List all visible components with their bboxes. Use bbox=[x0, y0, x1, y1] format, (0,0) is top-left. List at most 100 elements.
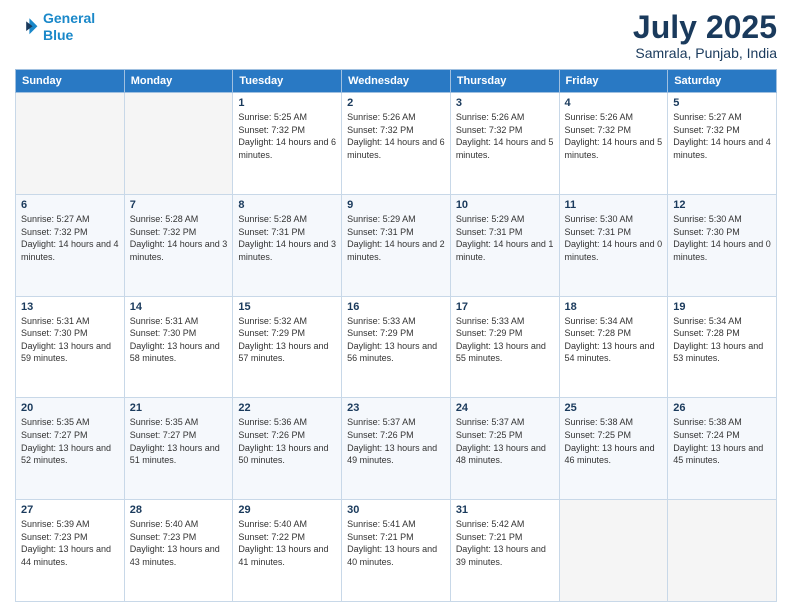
calendar-cell: 29 Sunrise: 5:40 AM Sunset: 7:22 PM Dayli… bbox=[233, 500, 342, 602]
calendar-cell: 12Sunrise: 5:30 AM Sunset: 7:30 PM Dayli… bbox=[668, 194, 777, 296]
day-info: Sunrise: 5:29 AM Sunset: 7:31 PM Dayligh… bbox=[347, 213, 445, 263]
day-info: Sunrise: 5:34 AM Sunset: 7:28 PM Dayligh… bbox=[565, 315, 663, 365]
weekday-header-wednesday: Wednesday bbox=[342, 70, 451, 93]
day-info: Sunrise: 5:27 AM Sunset: 7:32 PM Dayligh… bbox=[673, 111, 771, 161]
day-number: 27 bbox=[21, 504, 119, 516]
weekday-header-thursday: Thursday bbox=[450, 70, 559, 93]
day-info: Sunrise: 5:39 AM Sunset: 7:23 PM Dayligh… bbox=[21, 518, 119, 568]
day-number: 9 bbox=[347, 199, 445, 211]
calendar-cell: 11 Sunrise: 5:30 AM Sunset: 7:31 PM Dayli… bbox=[559, 194, 668, 296]
day-number: 2 bbox=[347, 97, 445, 109]
day-number: 16 bbox=[347, 301, 445, 313]
day-info: Sunrise: 5:26 AM Sunset: 7:32 PM Dayligh… bbox=[565, 111, 663, 161]
header: General Blue July 2025 Samrala, Punjab, … bbox=[15, 10, 777, 61]
day-info: Sunrise: 5:38 AM Sunset: 7:25 PM Dayligh… bbox=[565, 416, 663, 466]
calendar-cell bbox=[668, 500, 777, 602]
day-info: Sunrise: 5:33 AM Sunset: 7:29 PM Dayligh… bbox=[347, 315, 445, 365]
day-info: Sunrise: 5:37 AM Sunset: 7:26 PM Dayligh… bbox=[347, 416, 445, 466]
calendar-cell: 3Sunrise: 5:26 AM Sunset: 7:32 PM Daylig… bbox=[450, 93, 559, 195]
calendar-cell: 9 Sunrise: 5:29 AM Sunset: 7:31 PM Daylig… bbox=[342, 194, 451, 296]
logo-line2: Blue bbox=[43, 27, 73, 43]
logo-line1: General bbox=[43, 10, 95, 26]
calendar-week-0: 1 Sunrise: 5:25 AM Sunset: 7:32 PM Daylig… bbox=[16, 93, 777, 195]
weekday-header-tuesday: Tuesday bbox=[233, 70, 342, 93]
day-number: 29 bbox=[238, 504, 336, 516]
weekday-header-sunday: Sunday bbox=[16, 70, 125, 93]
calendar-cell: 27 Sunrise: 5:39 AM Sunset: 7:23 PM Dayli… bbox=[16, 500, 125, 602]
calendar-cell: 22 Sunrise: 5:36 AM Sunset: 7:26 PM Dayli… bbox=[233, 398, 342, 500]
calendar-cell bbox=[124, 93, 233, 195]
day-number: 25 bbox=[565, 402, 663, 414]
day-info: Sunrise: 5:27 AM Sunset: 7:32 PM Dayligh… bbox=[21, 213, 119, 263]
calendar-cell: 23 Sunrise: 5:37 AM Sunset: 7:26 PM Dayli… bbox=[342, 398, 451, 500]
calendar-cell: 16 Sunrise: 5:33 AM Sunset: 7:29 PM Dayli… bbox=[342, 296, 451, 398]
day-info: Sunrise: 5:40 AM Sunset: 7:22 PM Dayligh… bbox=[238, 518, 336, 568]
calendar-cell: 14Sunrise: 5:31 AM Sunset: 7:30 PM Dayli… bbox=[124, 296, 233, 398]
calendar-cell: 15Sunrise: 5:32 AM Sunset: 7:29 PM Dayli… bbox=[233, 296, 342, 398]
title-block: July 2025 Samrala, Punjab, India bbox=[633, 10, 777, 61]
day-info: Sunrise: 5:36 AM Sunset: 7:26 PM Dayligh… bbox=[238, 416, 336, 466]
calendar-cell: 18 Sunrise: 5:34 AM Sunset: 7:28 PM Dayli… bbox=[559, 296, 668, 398]
day-info: Sunrise: 5:34 AM Sunset: 7:28 PM Dayligh… bbox=[673, 315, 771, 365]
day-number: 22 bbox=[238, 402, 336, 414]
day-info: Sunrise: 5:37 AM Sunset: 7:25 PM Dayligh… bbox=[456, 416, 554, 466]
calendar-cell: 28Sunrise: 5:40 AM Sunset: 7:23 PM Dayli… bbox=[124, 500, 233, 602]
calendar-table: SundayMondayTuesdayWednesdayThursdayFrid… bbox=[15, 69, 777, 602]
day-info: Sunrise: 5:25 AM Sunset: 7:32 PM Dayligh… bbox=[238, 111, 336, 161]
calendar-cell: 25 Sunrise: 5:38 AM Sunset: 7:25 PM Dayli… bbox=[559, 398, 668, 500]
calendar-subtitle: Samrala, Punjab, India bbox=[633, 45, 777, 61]
calendar-cell: 5Sunrise: 5:27 AM Sunset: 7:32 PM Daylig… bbox=[668, 93, 777, 195]
day-number: 24 bbox=[456, 402, 554, 414]
weekday-header-saturday: Saturday bbox=[668, 70, 777, 93]
day-number: 21 bbox=[130, 402, 228, 414]
day-number: 17 bbox=[456, 301, 554, 313]
day-number: 18 bbox=[565, 301, 663, 313]
day-info: Sunrise: 5:33 AM Sunset: 7:29 PM Dayligh… bbox=[456, 315, 554, 365]
day-info: Sunrise: 5:26 AM Sunset: 7:32 PM Dayligh… bbox=[347, 111, 445, 161]
day-info: Sunrise: 5:35 AM Sunset: 7:27 PM Dayligh… bbox=[130, 416, 228, 466]
day-number: 7 bbox=[130, 199, 228, 211]
calendar-cell: 20 Sunrise: 5:35 AM Sunset: 7:27 PM Dayli… bbox=[16, 398, 125, 500]
day-number: 20 bbox=[21, 402, 119, 414]
calendar-cell: 2 Sunrise: 5:26 AM Sunset: 7:32 PM Daylig… bbox=[342, 93, 451, 195]
calendar-week-1: 6Sunrise: 5:27 AM Sunset: 7:32 PM Daylig… bbox=[16, 194, 777, 296]
weekday-header-monday: Monday bbox=[124, 70, 233, 93]
calendar-cell: 13 Sunrise: 5:31 AM Sunset: 7:30 PM Dayli… bbox=[16, 296, 125, 398]
logo-icon bbox=[15, 15, 39, 39]
day-number: 28 bbox=[130, 504, 228, 516]
calendar-cell: 24 Sunrise: 5:37 AM Sunset: 7:25 PM Dayli… bbox=[450, 398, 559, 500]
day-info: Sunrise: 5:28 AM Sunset: 7:32 PM Dayligh… bbox=[130, 213, 228, 263]
day-info: Sunrise: 5:28 AM Sunset: 7:31 PM Dayligh… bbox=[238, 213, 336, 263]
day-number: 13 bbox=[21, 301, 119, 313]
calendar-cell: 6Sunrise: 5:27 AM Sunset: 7:32 PM Daylig… bbox=[16, 194, 125, 296]
day-info: Sunrise: 5:35 AM Sunset: 7:27 PM Dayligh… bbox=[21, 416, 119, 466]
day-info: Sunrise: 5:31 AM Sunset: 7:30 PM Dayligh… bbox=[21, 315, 119, 365]
day-number: 30 bbox=[347, 504, 445, 516]
day-number: 23 bbox=[347, 402, 445, 414]
day-number: 26 bbox=[673, 402, 771, 414]
calendar-cell bbox=[559, 500, 668, 602]
logo: General Blue bbox=[15, 10, 95, 44]
day-info: Sunrise: 5:30 AM Sunset: 7:30 PM Dayligh… bbox=[673, 213, 771, 263]
calendar-cell: 7 Sunrise: 5:28 AM Sunset: 7:32 PM Daylig… bbox=[124, 194, 233, 296]
calendar-page: General Blue July 2025 Samrala, Punjab, … bbox=[0, 0, 792, 612]
day-number: 11 bbox=[565, 199, 663, 211]
calendar-cell: 8 Sunrise: 5:28 AM Sunset: 7:31 PM Daylig… bbox=[233, 194, 342, 296]
calendar-cell: 4Sunrise: 5:26 AM Sunset: 7:32 PM Daylig… bbox=[559, 93, 668, 195]
day-number: 15 bbox=[238, 301, 336, 313]
calendar-cell: 1 Sunrise: 5:25 AM Sunset: 7:32 PM Daylig… bbox=[233, 93, 342, 195]
day-number: 1 bbox=[238, 97, 336, 109]
calendar-cell: 30Sunrise: 5:41 AM Sunset: 7:21 PM Dayli… bbox=[342, 500, 451, 602]
calendar-week-4: 27 Sunrise: 5:39 AM Sunset: 7:23 PM Dayli… bbox=[16, 500, 777, 602]
calendar-cell: 10 Sunrise: 5:29 AM Sunset: 7:31 PM Dayli… bbox=[450, 194, 559, 296]
day-number: 31 bbox=[456, 504, 554, 516]
day-info: Sunrise: 5:30 AM Sunset: 7:31 PM Dayligh… bbox=[565, 213, 663, 263]
day-number: 10 bbox=[456, 199, 554, 211]
calendar-title: July 2025 bbox=[633, 10, 777, 45]
calendar-cell: 21 Sunrise: 5:35 AM Sunset: 7:27 PM Dayli… bbox=[124, 398, 233, 500]
logo-text: General Blue bbox=[43, 10, 95, 44]
day-info: Sunrise: 5:29 AM Sunset: 7:31 PM Dayligh… bbox=[456, 213, 554, 263]
day-number: 14 bbox=[130, 301, 228, 313]
day-number: 8 bbox=[238, 199, 336, 211]
day-info: Sunrise: 5:42 AM Sunset: 7:21 PM Dayligh… bbox=[456, 518, 554, 568]
